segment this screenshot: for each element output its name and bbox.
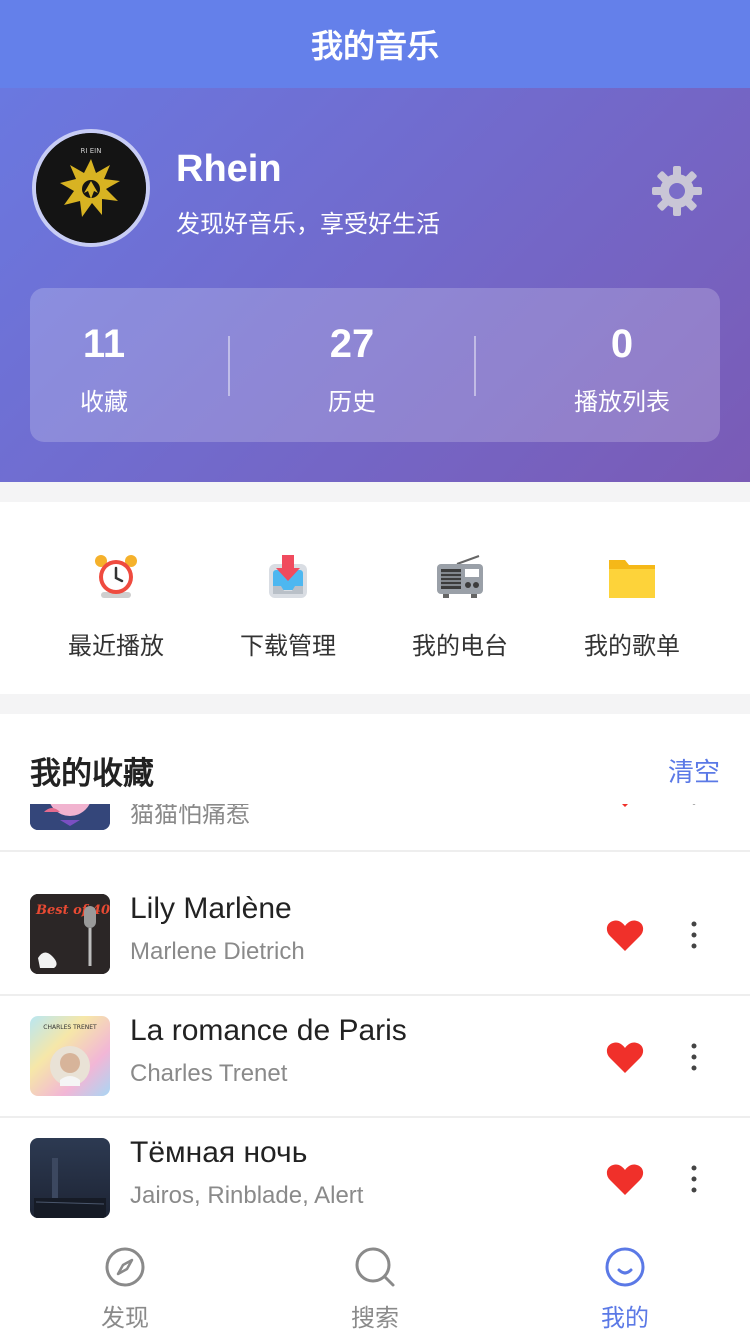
- download-tray-icon: [269, 555, 307, 598]
- stat-divider: [474, 336, 476, 396]
- username: Rhein: [176, 148, 282, 190]
- quick-action-playlist[interactable]: 我的歌单: [546, 502, 718, 694]
- smile-icon: [605, 1247, 645, 1287]
- avatar-emblem-icon: RI EIN: [36, 133, 146, 243]
- stat-label: 播放列表: [574, 389, 670, 416]
- album-cover: Best of 40's and 50's Vol 105: [30, 894, 110, 974]
- section-title: 我的收藏: [30, 756, 154, 791]
- more-options-icon[interactable]: [684, 1040, 704, 1074]
- song-artist: 猫猫怕痛惹: [130, 804, 250, 828]
- stat-favorites[interactable]: 11 收藏: [30, 288, 178, 442]
- stat-divider: [228, 336, 230, 396]
- quick-action-label: 下载管理: [240, 633, 336, 660]
- heart-icon[interactable]: [606, 918, 644, 952]
- album-cover: [30, 804, 110, 830]
- stat-value: 0: [610, 322, 634, 366]
- song-row[interactable]: Best of 40's and 50's Vol 105 Lily Marlè…: [0, 874, 750, 996]
- tab-label: 搜索: [351, 1305, 399, 1332]
- song-title: Lily Marlène: [130, 892, 292, 925]
- folder-icon: [609, 560, 655, 598]
- song-row[interactable]: 猫猫怕痛惹: [0, 804, 750, 852]
- quick-action-radio[interactable]: 我的电台: [374, 502, 546, 694]
- gear-icon[interactable]: [650, 164, 704, 218]
- song-title: La romance de Paris: [130, 1014, 407, 1047]
- more-options-icon[interactable]: [684, 804, 704, 808]
- album-cover: [30, 1138, 110, 1218]
- quick-action-label: 我的电台: [412, 633, 508, 660]
- favorites-section: 我的收藏 清空 猫猫怕痛惹 Best of 40 Lily Marlène Ma…: [0, 714, 750, 1234]
- tab-discover[interactable]: 发现: [0, 1234, 250, 1334]
- stat-label: 历史: [328, 389, 376, 416]
- cover-text: CHARLES TRENET: [43, 1024, 97, 1031]
- stat-playlists[interactable]: 0 播放列表: [552, 288, 692, 442]
- heart-icon[interactable]: [606, 804, 644, 808]
- avatar-text: RI EIN: [81, 147, 102, 155]
- song-title: Тёмная ночь: [130, 1136, 308, 1169]
- song-row[interactable]: CHARLES TRENET La romance de Paris Charl…: [0, 996, 750, 1118]
- compass-icon: [105, 1247, 145, 1287]
- tab-label: 发现: [101, 1305, 149, 1332]
- quick-action-recent[interactable]: 最近播放: [30, 502, 202, 694]
- profile-slogan: 发现好音乐，享受好生活: [176, 211, 440, 238]
- heart-icon[interactable]: [606, 1040, 644, 1074]
- avatar[interactable]: RI EIN: [32, 129, 150, 247]
- song-artist: Charles Trenet: [130, 1060, 288, 1087]
- album-cover: CHARLES TRENET: [30, 1016, 110, 1096]
- song-row[interactable]: Тёмная ночь Jairos, Rinblade, Alert: [0, 1118, 750, 1234]
- alarm-clock-icon: [95, 555, 137, 598]
- quick-action-download[interactable]: 下载管理: [202, 502, 374, 694]
- cover-text: Best of 40's and 50's Vol 105: [35, 903, 110, 918]
- profile-header: RI EIN Rhein 发现好音乐，享受好生活 11 收藏 27 历史 0 播…: [0, 88, 750, 482]
- tab-mine[interactable]: 我的: [500, 1234, 750, 1334]
- stats-card: 11 收藏 27 历史 0 播放列表: [30, 288, 720, 442]
- quick-action-label: 我的歌单: [584, 633, 680, 660]
- stat-label: 收藏: [80, 389, 128, 416]
- search-icon: [355, 1247, 395, 1287]
- more-options-icon[interactable]: [684, 918, 704, 952]
- tab-search[interactable]: 搜索: [250, 1234, 500, 1334]
- heart-icon[interactable]: [606, 1162, 644, 1196]
- stat-value: 11: [82, 322, 126, 366]
- page-title: 我的音乐: [0, 0, 750, 88]
- stat-value: 27: [329, 322, 375, 366]
- clear-button[interactable]: 清空: [668, 752, 720, 789]
- stat-history[interactable]: 27 历史: [278, 288, 426, 442]
- quick-actions: 最近播放 下载管理 我的电台 我的歌单: [0, 502, 750, 694]
- bottom-tab-bar: 发现 搜索 我的: [0, 1234, 750, 1334]
- song-artist: Marlene Dietrich: [130, 938, 305, 965]
- song-list: 猫猫怕痛惹 Best of 40's and 50's Vol 105 Lily…: [0, 804, 750, 1234]
- song-artist: Jairos, Rinblade, Alert: [130, 1182, 364, 1209]
- more-options-icon[interactable]: [684, 1162, 704, 1196]
- tab-label: 我的: [601, 1305, 649, 1332]
- radio-icon: [437, 555, 483, 598]
- quick-action-label: 最近播放: [68, 633, 164, 660]
